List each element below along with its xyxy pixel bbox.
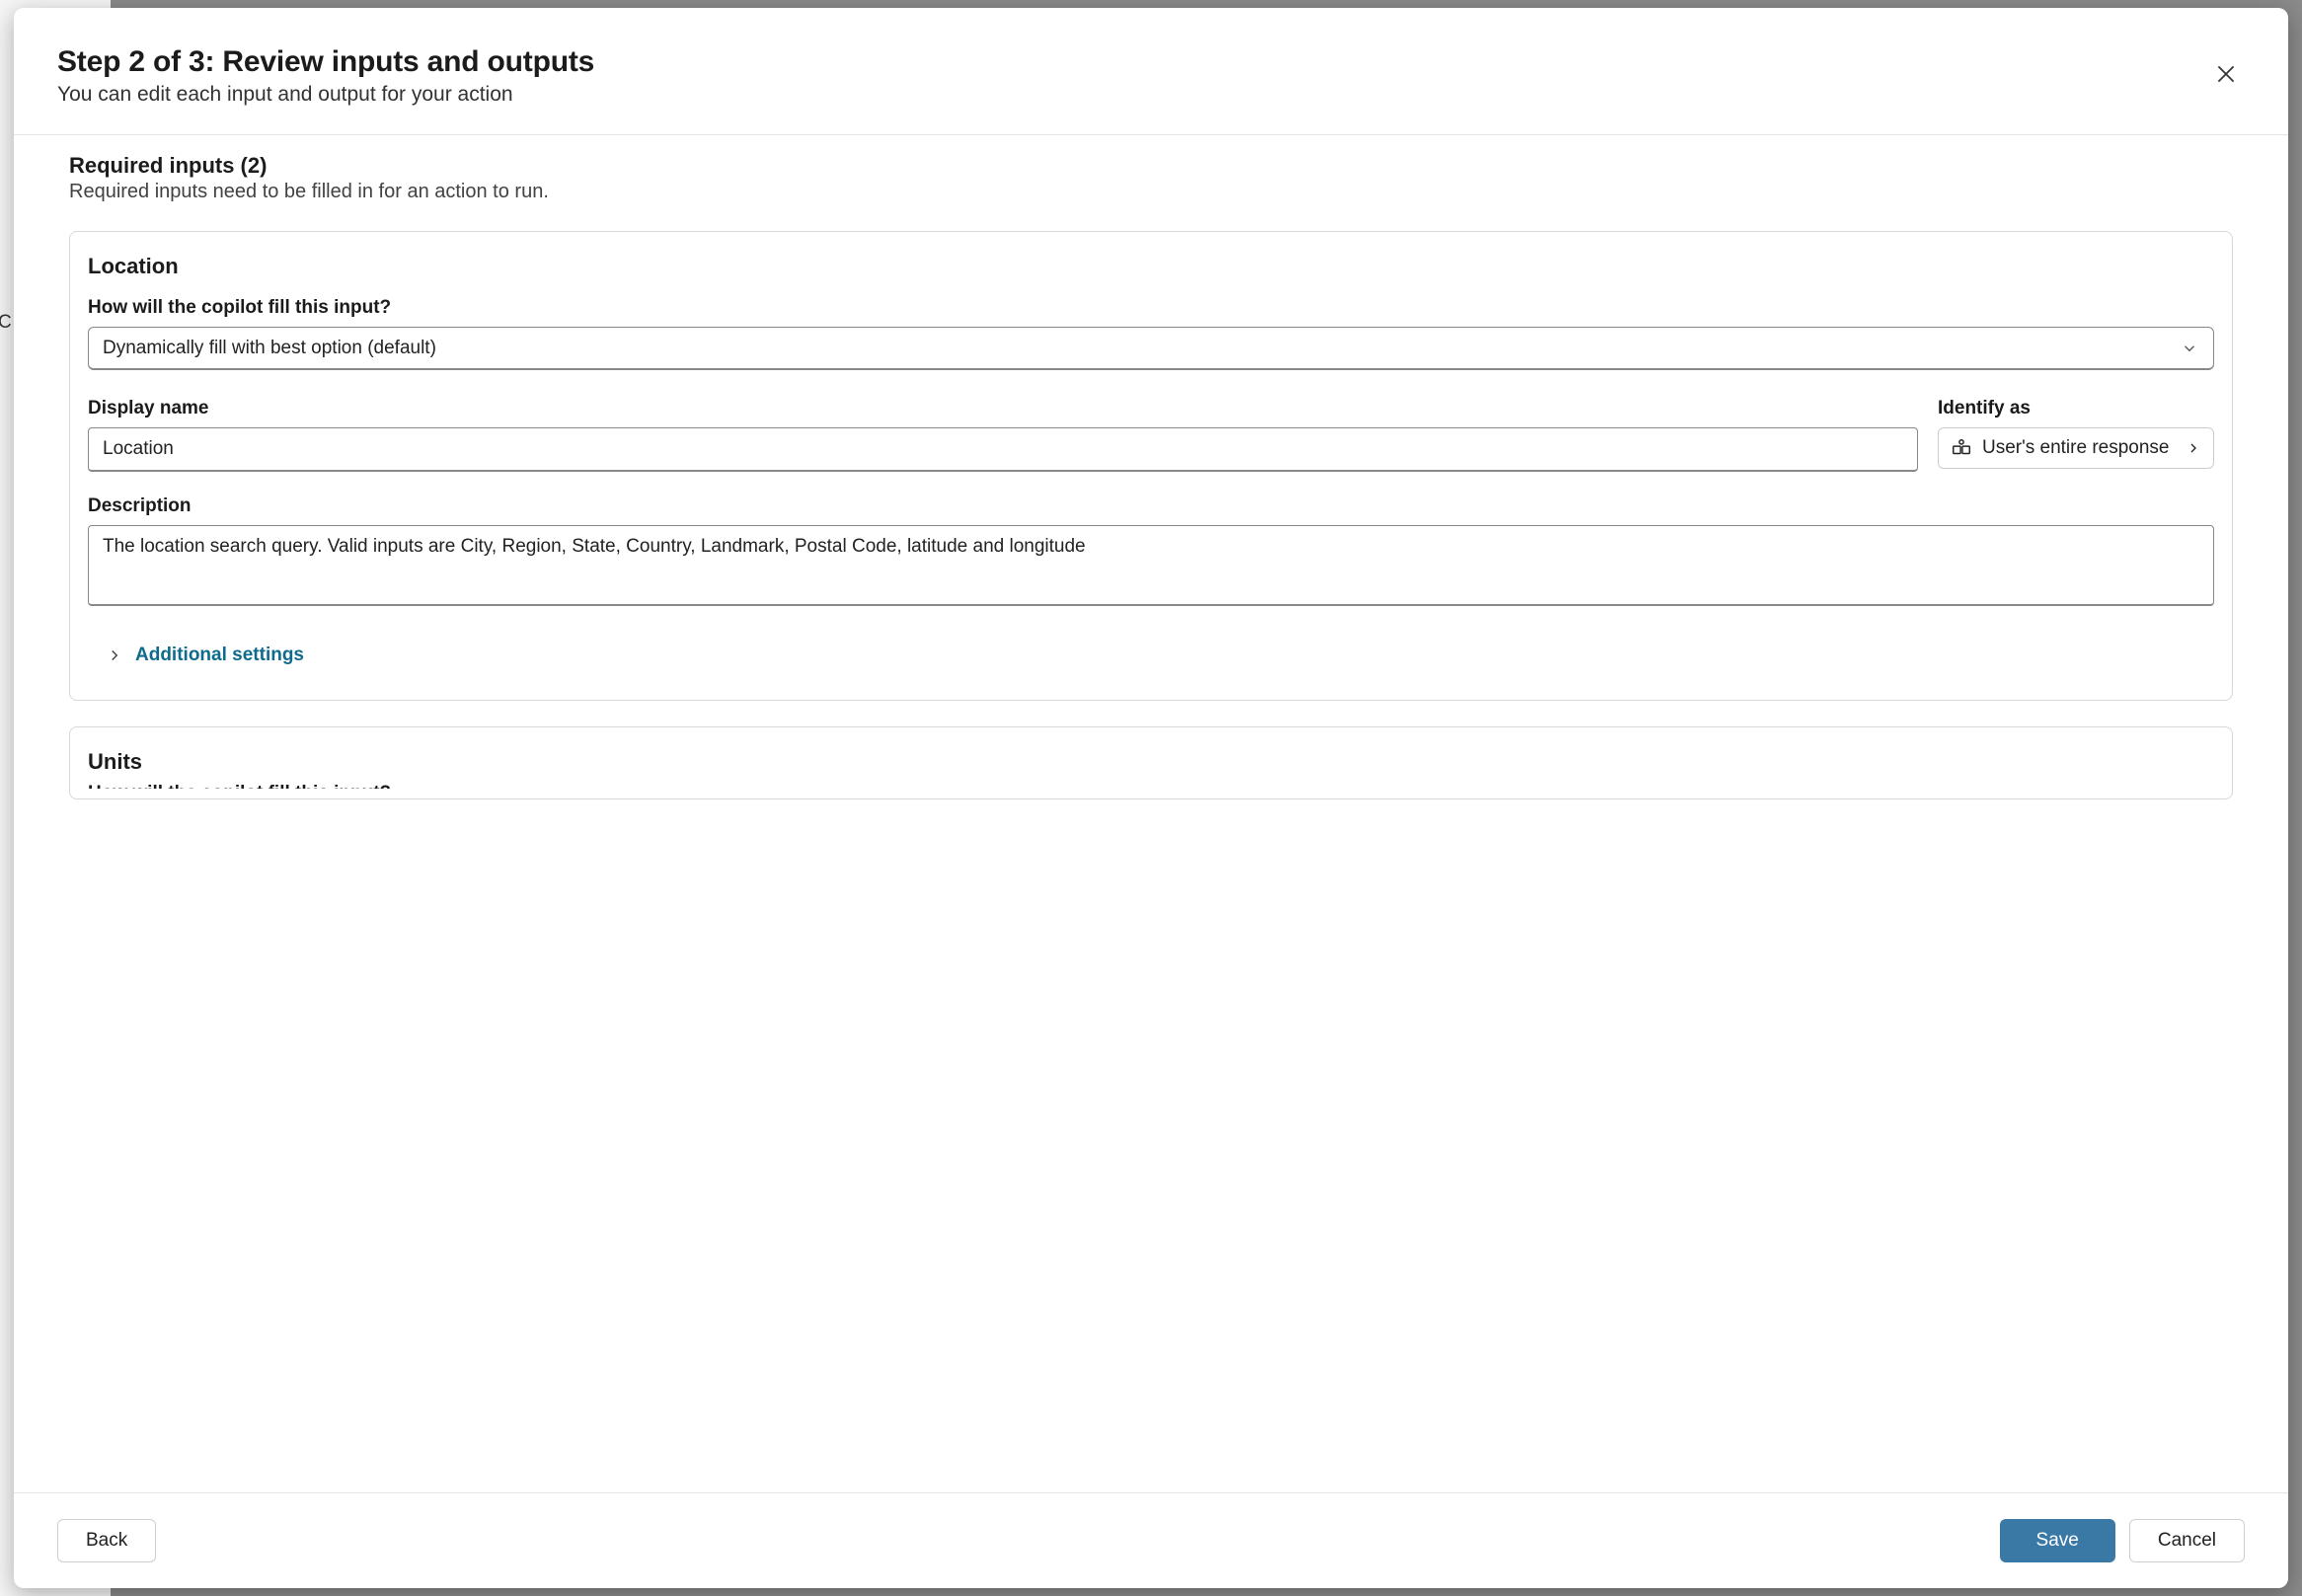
back-button[interactable]: Back — [57, 1519, 156, 1562]
step-dialog: Step 2 of 3: Review inputs and outputs Y… — [14, 8, 2288, 1588]
input-card-title: Units — [88, 749, 2214, 775]
input-card-units: Units How will the copilot fill this inp… — [69, 726, 2233, 799]
description-field: Description — [88, 495, 2214, 611]
dialog-header: Step 2 of 3: Review inputs and outputs Y… — [14, 8, 2288, 135]
dialog-title: Step 2 of 3: Review inputs and outputs — [57, 45, 594, 79]
input-card-location: Location How will the copilot fill this … — [69, 231, 2233, 701]
additional-settings-label: Additional settings — [135, 645, 304, 666]
additional-settings-toggle[interactable]: Additional settings — [88, 645, 2214, 666]
chevron-right-icon — [2186, 440, 2201, 456]
display-name-field: Display name — [88, 398, 1918, 472]
chevron-right-icon — [106, 646, 123, 664]
background-clipped-text: C — [0, 312, 12, 334]
close-icon — [2213, 61, 2239, 87]
dialog-body: Required inputs (2) Required inputs need… — [14, 135, 2288, 1492]
display-name-input[interactable] — [88, 427, 1918, 472]
close-button[interactable] — [2207, 55, 2245, 96]
units-fill-method-label-clipped: How will the copilot fill this input? — [88, 783, 2214, 789]
fill-method-label: How will the copilot fill this input? — [88, 297, 2214, 319]
display-name-label: Display name — [88, 398, 1918, 419]
required-inputs-section: Required inputs (2) Required inputs need… — [69, 153, 2233, 799]
section-title: Required inputs (2) — [69, 153, 2233, 179]
dialog-heading-block: Step 2 of 3: Review inputs and outputs Y… — [57, 45, 594, 107]
dialog-subtitle: You can edit each input and output for y… — [57, 83, 594, 107]
dialog-footer: Back Save Cancel — [14, 1492, 2288, 1588]
identify-as-label: Identify as — [1938, 398, 2214, 419]
section-subtitle: Required inputs need to be filled in for… — [69, 181, 2233, 203]
cancel-button[interactable]: Cancel — [2129, 1519, 2245, 1562]
description-textarea[interactable] — [88, 525, 2214, 606]
description-label: Description — [88, 495, 2214, 517]
identify-as-value: User's entire response — [1982, 437, 2176, 459]
fill-method-field: How will the copilot fill this input? Dy… — [88, 297, 2214, 370]
fill-method-select[interactable]: Dynamically fill with best option (defau… — [88, 327, 2214, 370]
identify-as-field: Identify as User's entire response — [1938, 398, 2214, 469]
entity-icon — [1951, 437, 1972, 459]
save-button[interactable]: Save — [2000, 1519, 2115, 1562]
identify-as-button[interactable]: User's entire response — [1938, 427, 2214, 469]
input-card-title: Location — [88, 254, 2214, 279]
